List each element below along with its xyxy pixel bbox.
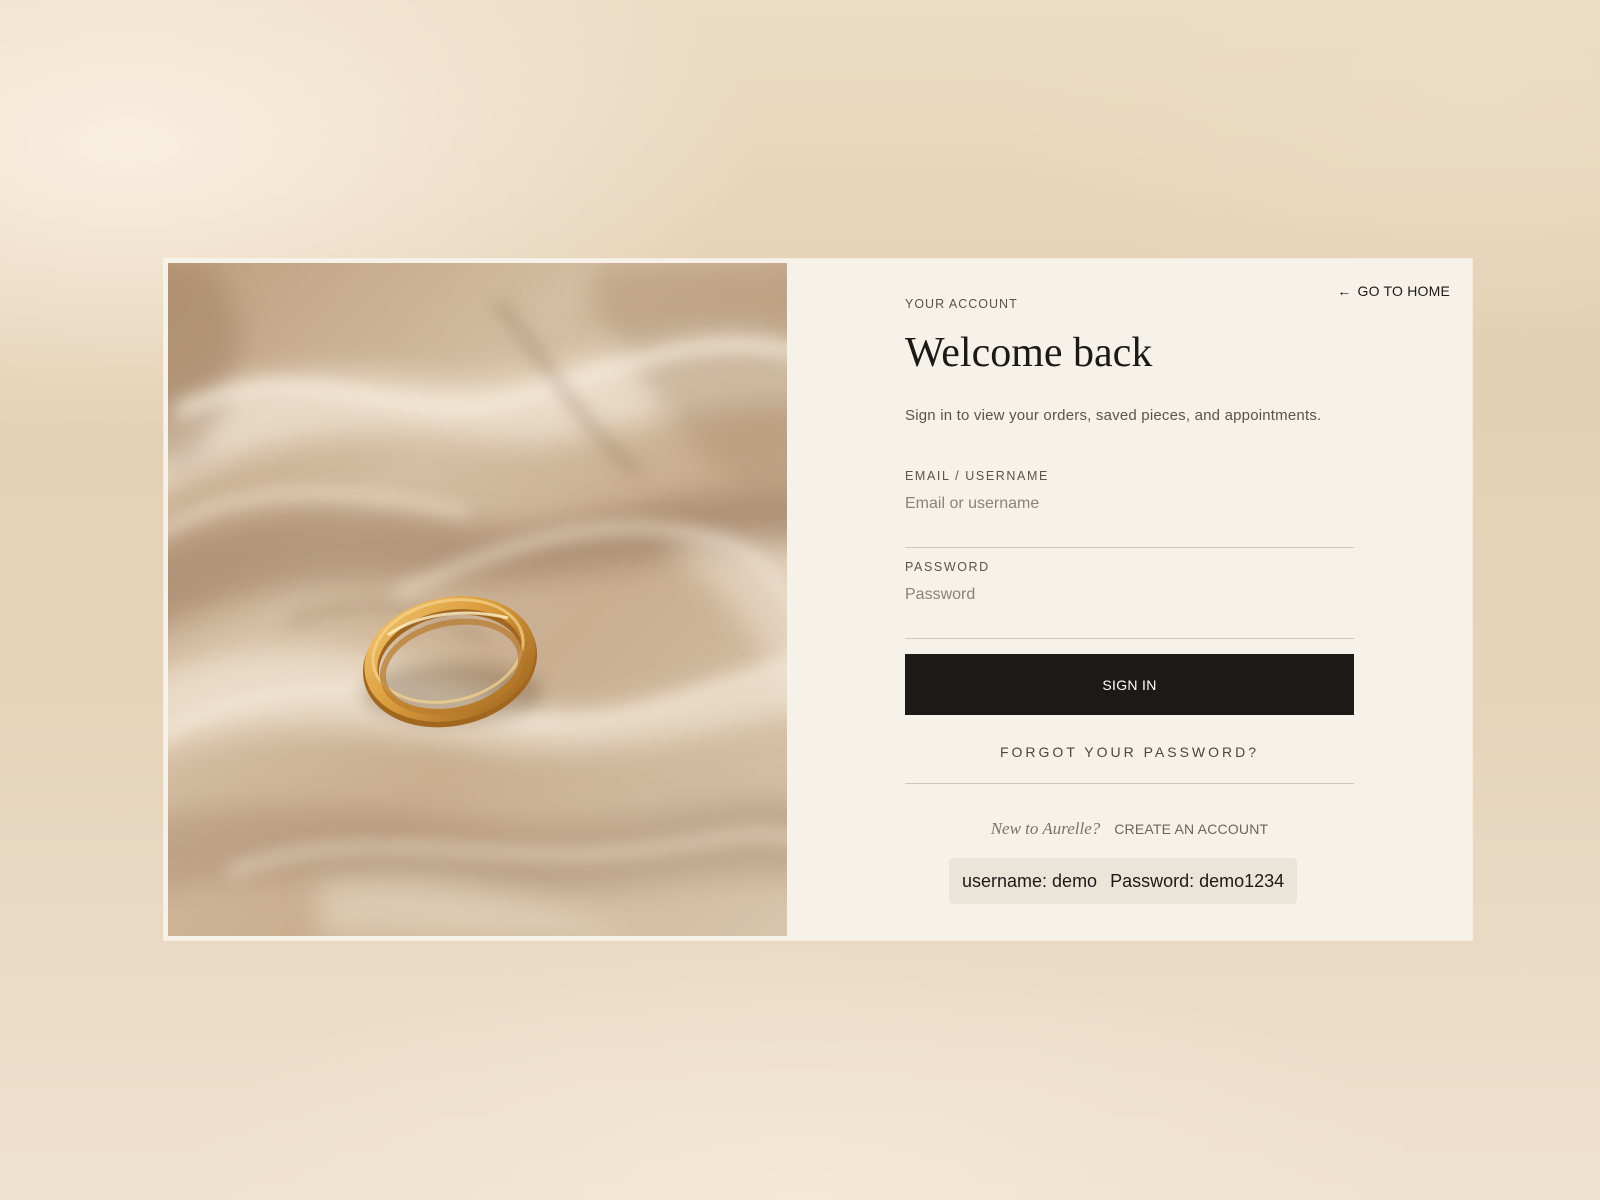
page-subtitle: Sign in to view your orders, saved piece… [905,407,1322,424]
demo-password: Password: demo1234 [1110,870,1285,891]
go-to-home-label: GO TO HOME [1357,283,1450,299]
signup-prompt: New to Aurelle? [990,819,1101,838]
email-label: EMAIL / USERNAME [905,469,1049,483]
signup-row: New to Aurelle? CREATE AN ACCOUNT [905,819,1354,839]
gold-ring-on-satin-image [168,263,787,936]
arrow-left-icon: ← [1337,283,1352,299]
forgot-password-link[interactable]: FORGOT YOUR PASSWORD? [905,744,1354,760]
password-label: PASSWORD [905,560,990,574]
page-title: Welcome back [905,330,1153,376]
section-eyebrow: YOUR ACCOUNT [905,297,1018,311]
sign-in-button[interactable]: SIGN IN [905,654,1354,715]
login-panel: ← GO TO HOME YOUR ACCOUNT Welcome back S… [787,259,1472,940]
go-to-home-link[interactable]: ← GO TO HOME [1337,283,1450,299]
password-field: PASSWORD [905,560,1354,639]
demo-username: username: demo [962,870,1098,891]
divider [905,783,1354,784]
create-account-link[interactable]: CREATE AN ACCOUNT [1114,821,1268,837]
hero-image [168,263,787,936]
demo-credentials-badge: username: demo Password: demo1234 [949,858,1298,904]
email-input[interactable] [905,493,1354,515]
login-card: ← GO TO HOME YOUR ACCOUNT Welcome back S… [164,259,1472,940]
password-input[interactable] [905,584,1354,606]
email-field: EMAIL / USERNAME [905,469,1354,548]
